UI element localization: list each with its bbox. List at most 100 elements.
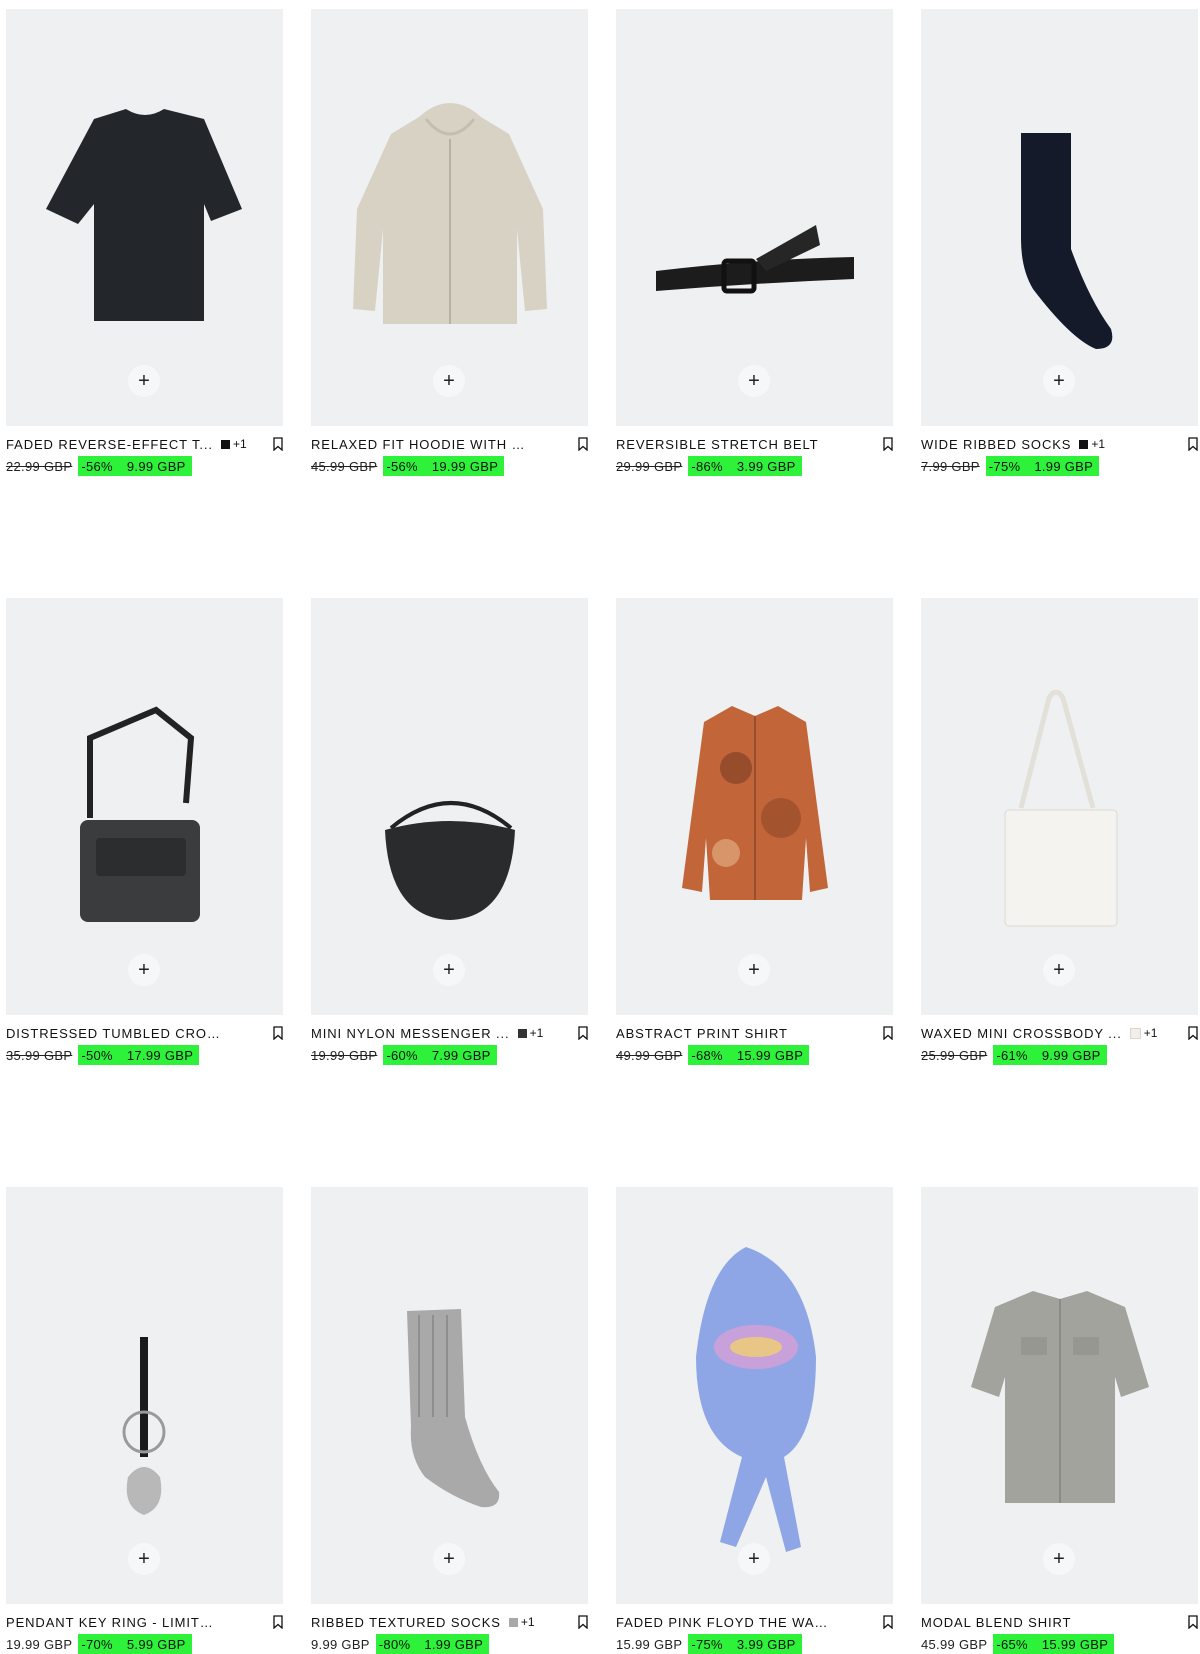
add-to-cart-button[interactable]: + (1043, 1543, 1075, 1575)
color-swatches[interactable]: +1 (1129, 1026, 1157, 1040)
bookmark-icon[interactable] (574, 1614, 588, 1630)
add-to-cart-button[interactable]: + (738, 1543, 770, 1575)
product-card[interactable]: + WIDE RIBBED SOCKS +1 7.99 GBP -75% 1.99… (921, 9, 1198, 476)
product-card[interactable]: + RIBBED TEXTURED SOCKS +1 9.99 GBP -80%… (311, 1187, 588, 1654)
product-image[interactable]: + (921, 1187, 1198, 1604)
print-shirt-icon (682, 706, 828, 900)
product-name[interactable]: ABSTRACT PRINT SHIRT (616, 1026, 788, 1041)
product-image[interactable]: + (311, 598, 588, 1015)
bookmark-icon[interactable] (269, 1025, 283, 1041)
add-to-cart-button[interactable]: + (738, 954, 770, 986)
sale-price: 9.99 GBP (126, 458, 186, 474)
extra-colors-count: +1 (232, 437, 247, 451)
product-name[interactable]: WAXED MINI CROSSBODY ... (921, 1026, 1122, 1041)
bookmark-icon[interactable] (269, 1614, 283, 1630)
bookmark-icon[interactable] (879, 1025, 893, 1041)
add-to-cart-button[interactable]: + (128, 954, 160, 986)
product-card[interactable]: + MODAL BLEND SHIRT 45.99 GBP -65% 15.99 … (921, 1187, 1198, 1654)
sale-price-badge: -75% 3.99 GBP (688, 1634, 802, 1654)
product-card[interactable]: + WAXED MINI CROSSBODY ... +1 25.99 GBP … (921, 598, 1198, 1065)
original-price: 19.99 GBP (311, 1047, 378, 1063)
sale-price: 15.99 GBP (1041, 1636, 1109, 1652)
add-to-cart-button[interactable]: + (433, 1543, 465, 1575)
color-swatch[interactable] (220, 439, 230, 449)
color-swatches[interactable]: +1 (1079, 437, 1105, 451)
product-name[interactable]: MINI NYLON MESSENGER ... (311, 1026, 510, 1041)
product-card[interactable]: + PENDANT KEY RING - LIMITED E... 19.99 … (6, 1187, 283, 1654)
discount-percent: -56% (81, 458, 113, 474)
product-name[interactable]: FADED PINK FLOYD THE WALL ©... (616, 1615, 830, 1630)
bookmark-icon[interactable] (879, 436, 893, 452)
bookmark-icon[interactable] (574, 436, 588, 452)
product-name[interactable]: RIBBED TEXTURED SOCKS (311, 1615, 501, 1630)
hoodie-icon (353, 103, 547, 324)
product-card[interactable]: + REVERSIBLE STRETCH BELT 29.99 GBP -86%… (616, 9, 893, 476)
add-to-cart-button[interactable]: + (738, 365, 770, 397)
discount-percent: -75% (691, 1636, 723, 1652)
discount-percent: -75% (988, 458, 1021, 474)
product-name[interactable]: FADED REVERSE-EFFECT T... (6, 437, 213, 452)
bookmark-icon[interactable] (1184, 1025, 1198, 1041)
product-image[interactable]: + (311, 1187, 588, 1604)
original-price: 29.99 GBP (616, 458, 683, 474)
color-swatches[interactable]: +1 (517, 1026, 543, 1040)
product-name[interactable]: REVERSIBLE STRETCH BELT (616, 437, 819, 452)
product-image[interactable]: + (311, 9, 588, 426)
product-name[interactable]: WIDE RIBBED SOCKS (921, 437, 1071, 452)
sale-price: 1.99 GBP (424, 1636, 484, 1652)
product-name[interactable]: DISTRESSED TUMBLED CROSSB... (6, 1026, 220, 1041)
product-name[interactable]: RELAXED FIT HOODIE WITH ZIP (311, 437, 525, 452)
product-card[interactable]: + MINI NYLON MESSENGER ... +1 19.99 GBP … (311, 598, 588, 1065)
bookmark-icon[interactable] (1184, 1614, 1198, 1630)
product-card[interactable]: + FADED REVERSE-EFFECT T... +1 22.99 GBP… (6, 9, 283, 476)
add-to-cart-button[interactable]: + (433, 365, 465, 397)
color-swatch[interactable] (1079, 439, 1089, 449)
original-price: 49.99 GBP (616, 1047, 683, 1063)
product-name[interactable]: MODAL BLEND SHIRT (921, 1615, 1071, 1630)
bandana-icon (696, 1247, 816, 1552)
color-swatch[interactable] (517, 1028, 527, 1038)
color-swatch[interactable] (508, 1617, 518, 1627)
product-image[interactable]: + (616, 598, 893, 1015)
product-image[interactable]: + (6, 9, 283, 426)
product-card[interactable]: + DISTRESSED TUMBLED CROSSB... 35.99 GBP… (6, 598, 283, 1065)
original-price: 25.99 GBP (921, 1047, 988, 1063)
discount-percent: -70% (81, 1636, 113, 1652)
discount-percent: -68% (691, 1047, 723, 1063)
color-swatches[interactable]: +1 (220, 437, 247, 451)
sale-price-badge: -50% 17.99 GBP (78, 1045, 200, 1065)
color-swatches[interactable]: +1 (508, 1615, 535, 1629)
product-image[interactable]: + (616, 9, 893, 426)
discount-percent: -86% (691, 458, 723, 474)
belt-icon (656, 225, 854, 294)
sale-price-badge: -86% 3.99 GBP (688, 456, 802, 476)
messenger-bag-icon (385, 801, 515, 920)
product-image[interactable]: + (616, 1187, 893, 1604)
crossbody-bag-icon (1004, 689, 1118, 927)
add-to-cart-button[interactable]: + (1043, 365, 1075, 397)
product-image[interactable]: + (6, 598, 283, 1015)
bookmark-icon[interactable] (269, 436, 283, 452)
sale-price: 15.99 GBP (736, 1047, 804, 1063)
product-card[interactable]: + FADED PINK FLOYD THE WALL ©... 15.99 G… (616, 1187, 893, 1654)
add-to-cart-button[interactable]: + (1043, 954, 1075, 986)
add-to-cart-button[interactable]: + (128, 1543, 160, 1575)
product-image[interactable]: + (921, 9, 1198, 426)
product-image[interactable]: + (921, 598, 1198, 1015)
product-card[interactable]: + ABSTRACT PRINT SHIRT 49.99 GBP -68% 15.… (616, 598, 893, 1065)
bookmark-icon[interactable] (879, 1614, 893, 1630)
add-to-cart-button[interactable]: + (433, 954, 465, 986)
extra-colors-count: +1 (1091, 437, 1106, 451)
product-grid: + FADED REVERSE-EFFECT T... +1 22.99 GBP… (6, 9, 1198, 1654)
original-price: 45.99 GBP (921, 1636, 988, 1652)
product-image[interactable]: + (6, 1187, 283, 1604)
bookmark-icon[interactable] (1184, 436, 1198, 452)
color-swatch[interactable] (1129, 1027, 1141, 1039)
bookmark-icon[interactable] (574, 1025, 588, 1041)
product-card[interactable]: + RELAXED FIT HOODIE WITH ZIP 45.99 GBP … (311, 9, 588, 476)
discount-percent: -61% (996, 1047, 1028, 1063)
add-to-cart-button[interactable]: + (128, 365, 160, 397)
product-name[interactable]: PENDANT KEY RING - LIMITED E... (6, 1615, 220, 1630)
sale-price: 9.99 GBP (1041, 1047, 1101, 1063)
sale-price: 1.99 GBP (1034, 458, 1094, 474)
